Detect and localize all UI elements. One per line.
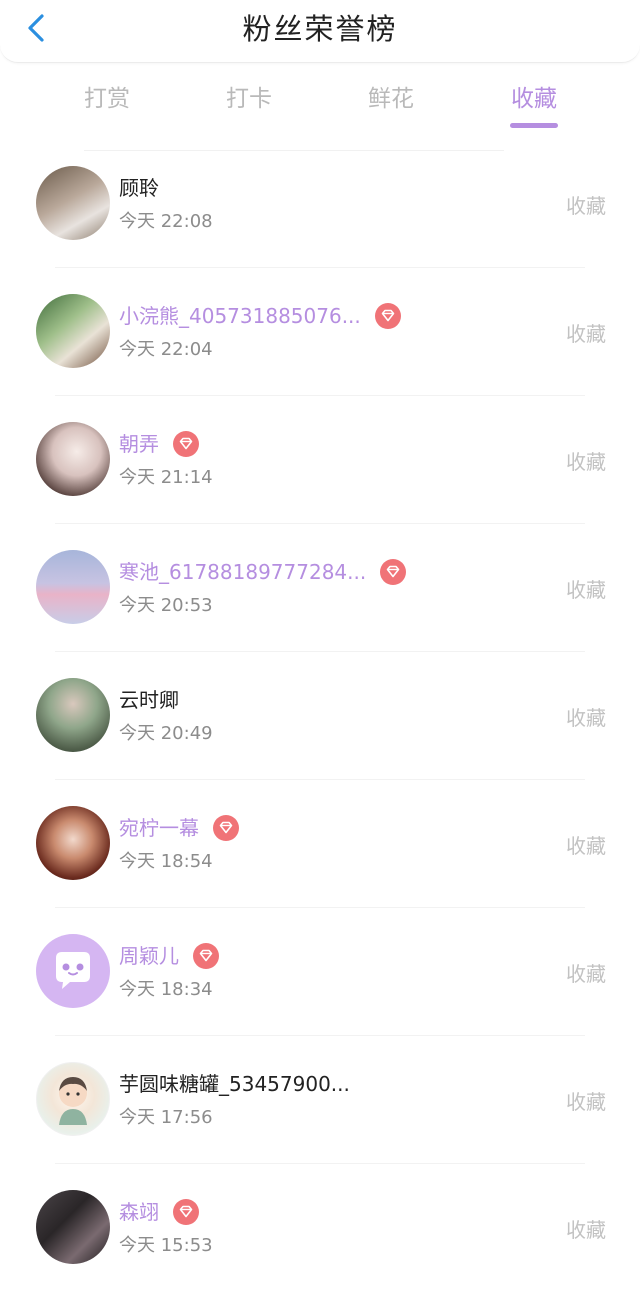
timestamp: 今天 18:54: [119, 851, 213, 872]
list-item[interactable]: 周颖儿 今天 18:34 收藏: [0, 908, 640, 1036]
diamond-badge-icon: [380, 559, 407, 585]
avatar[interactable]: [36, 294, 110, 368]
avatar[interactable]: [36, 806, 110, 880]
favorite-label: 收藏: [566, 1090, 606, 1114]
list-item[interactable]: 小浣熊_405731885076... 今天 22:04 收藏: [0, 268, 640, 396]
default-avatar-icon: [56, 952, 90, 989]
list-item[interactable]: 云时卿 今天 20:49 收藏: [0, 652, 640, 780]
tab-flowers[interactable]: 鲜花: [331, 78, 451, 120]
name-line: 芋圆味糖罐_53457900...: [119, 1069, 350, 1099]
timestamp: 今天 18:34: [119, 979, 213, 1000]
timestamp: 今天 20:53: [119, 595, 213, 616]
favorite-label: 收藏: [566, 706, 606, 730]
list-item[interactable]: 森翊 今天 15:53 收藏: [0, 1164, 640, 1292]
tab-label: 打赏: [84, 86, 130, 112]
tab-favorites[interactable]: 收藏: [474, 78, 594, 128]
name-line: 森翊: [119, 1197, 199, 1227]
list-item[interactable]: 顾聆 今天 22:08 收藏: [0, 140, 640, 268]
tab-reward[interactable]: 打赏: [47, 78, 167, 120]
list-item[interactable]: 宛柠一幕 今天 18:54 收藏: [0, 780, 640, 908]
favorite-label: 收藏: [566, 1218, 606, 1242]
avatar[interactable]: [36, 1062, 110, 1136]
timestamp: 今天 17:56: [119, 1107, 213, 1128]
favorite-label: 收藏: [566, 962, 606, 986]
avatar[interactable]: [36, 1190, 110, 1264]
user-name: 朝弄: [119, 432, 159, 456]
user-name: 小浣熊_405731885076...: [119, 304, 361, 328]
user-name: 顾聆: [119, 176, 159, 200]
timestamp: 今天 21:14: [119, 467, 213, 488]
favorite-label: 收藏: [566, 322, 606, 346]
cartoon-avatar-icon: [59, 1077, 87, 1125]
favorite-label: 收藏: [566, 194, 606, 218]
top-bar: 粉丝荣誉榜: [0, 0, 640, 63]
favorite-label: 收藏: [566, 834, 606, 858]
avatar[interactable]: [36, 678, 110, 752]
diamond-badge-icon: [374, 303, 401, 329]
avatar[interactable]: [36, 934, 110, 1008]
name-line: 周颖儿: [119, 941, 219, 971]
list-item[interactable]: 芋圆味糖罐_53457900... 今天 17:56 收藏: [0, 1036, 640, 1164]
diamond-badge-icon: [173, 431, 199, 457]
user-name: 周颖儿: [119, 944, 179, 968]
avatar[interactable]: [36, 166, 110, 240]
avatar[interactable]: [36, 422, 110, 496]
tab-label: 鲜花: [368, 86, 414, 112]
user-name: 芋圆味糖罐_53457900...: [119, 1072, 350, 1096]
favorite-label: 收藏: [566, 450, 606, 474]
diamond-badge-icon: [213, 815, 239, 841]
user-name: 寒池_61788189777284...: [119, 560, 367, 584]
timestamp: 今天 22:08: [119, 211, 213, 232]
active-tab-indicator: [510, 123, 558, 128]
name-line: 朝弄: [119, 429, 199, 459]
user-name: 森翊: [119, 1200, 159, 1224]
tab-label: 打卡: [226, 86, 272, 112]
list-item[interactable]: 朝弄 今天 21:14 收藏: [0, 396, 640, 524]
list-item[interactable]: 寒池_61788189777284... 今天 20:53 收藏: [0, 524, 640, 652]
name-line: 顾聆: [119, 173, 159, 203]
page-title: 粉丝荣誉榜: [242, 12, 398, 46]
timestamp: 今天 20:49: [119, 723, 213, 744]
user-name: 云时卿: [119, 688, 179, 712]
timestamp: 今天 22:04: [119, 339, 213, 360]
avatar[interactable]: [36, 550, 110, 624]
name-line: 宛柠一幕: [119, 813, 239, 843]
name-line: 小浣熊_405731885076...: [119, 301, 401, 331]
diamond-badge-icon: [173, 1199, 199, 1225]
tab-checkin[interactable]: 打卡: [189, 78, 309, 120]
tab-bar: 打赏 打卡 鲜花 收藏: [0, 78, 640, 134]
diamond-badge-icon: [193, 943, 219, 969]
name-line: 云时卿: [119, 685, 179, 715]
tab-label: 收藏: [511, 86, 557, 112]
name-line: 寒池_61788189777284...: [119, 557, 407, 587]
timestamp: 今天 15:53: [119, 1235, 213, 1256]
user-name: 宛柠一幕: [119, 816, 199, 840]
favorite-label: 收藏: [566, 578, 606, 602]
